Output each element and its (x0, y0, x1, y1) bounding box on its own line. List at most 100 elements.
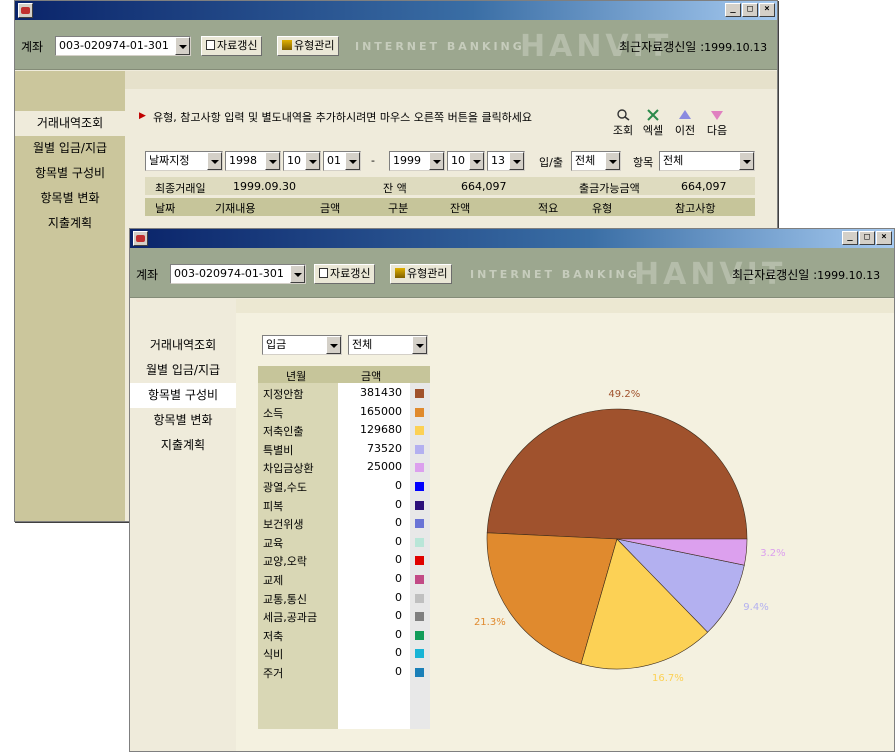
dropdown-arrow-icon[interactable] (509, 152, 524, 170)
to-year-select[interactable]: 1999 (389, 151, 445, 171)
scope-select[interactable]: 전체 (348, 335, 428, 355)
dropdown-arrow-icon[interactable] (739, 152, 754, 170)
update-date: 1999.10.13 (704, 41, 768, 54)
balance-value: 664,097 (461, 180, 507, 193)
app-icon (18, 3, 33, 18)
from-day-select[interactable]: 01 (323, 151, 361, 171)
balance-label: 잔 액 (383, 182, 407, 195)
hint-text: 유형, 참고사항 입력 및 별도내역을 추가하시려면 마우스 오른쪽 버튼을 클… (153, 111, 533, 124)
dropdown-arrow-icon[interactable] (207, 152, 222, 170)
col-memo[interactable]: 적요 (538, 200, 558, 216)
table-row[interactable]: 주거 0 (258, 663, 430, 681)
sidebar-item-composition[interactable]: 항목별 구성비 (15, 161, 125, 186)
row-amount: 0 (395, 609, 402, 623)
to-month-select[interactable]: 10 (447, 151, 485, 171)
date-mode-select[interactable]: 날짜지정 (145, 151, 223, 171)
color-swatch (415, 630, 424, 640)
col-amount[interactable]: 금액 (320, 200, 340, 216)
close-icon[interactable]: × (876, 231, 892, 245)
table-row[interactable]: 식비 0 (258, 644, 430, 662)
next-label: 다음 (706, 124, 728, 137)
excel-button[interactable]: 엑셀 (641, 109, 665, 138)
maximize-icon[interactable]: □ (859, 231, 875, 245)
dropdown-arrow-icon[interactable] (429, 152, 444, 170)
sidebar-item-monthly[interactable]: 월별 입금/지급 (15, 136, 125, 161)
col-category[interactable]: 유형 (592, 200, 612, 216)
from-month-select[interactable]: 10 (283, 151, 321, 171)
minimize-icon[interactable]: _ (842, 231, 858, 245)
pie-svg (486, 408, 748, 670)
table-row[interactable]: 소득 165000 (258, 403, 430, 421)
table-row[interactable]: 저축인출 129680 (258, 421, 430, 439)
refresh-button[interactable]: 자료갱신 (201, 36, 263, 56)
to-day-select[interactable]: 13 (487, 151, 525, 171)
dropdown-arrow-icon[interactable] (469, 152, 484, 170)
dropdown-arrow-icon[interactable] (326, 336, 341, 354)
sidebar-item-transactions[interactable]: 거래내역조회 (15, 111, 125, 136)
sidebar-item-plan[interactable]: 지출계획 (130, 433, 236, 458)
close-icon[interactable]: × (759, 3, 775, 17)
minimize-icon[interactable]: _ (725, 3, 741, 17)
table-row[interactable]: 보건위생 0 (258, 514, 430, 532)
category-table: 년월 금액 지정안함 381430 소득 165000 저축인출 129680 특별비 735… (258, 366, 430, 729)
io-select[interactable]: 전체 (571, 151, 621, 171)
dropdown-arrow-icon[interactable] (305, 152, 320, 170)
col-date[interactable]: 날짜 (155, 200, 175, 216)
table-row[interactable]: 저축 0 (258, 626, 430, 644)
table-row[interactable]: 교제 0 (258, 570, 430, 588)
available-value: 664,097 (681, 180, 727, 193)
type-manage-button[interactable]: 유형관리 (390, 264, 453, 284)
sidebar-item-transactions[interactable]: 거래내역조회 (130, 333, 236, 358)
title-bar[interactable]: _ □ × (130, 229, 894, 248)
color-swatch (415, 556, 424, 566)
dropdown-arrow-icon[interactable] (345, 152, 360, 170)
sidebar-item-change[interactable]: 항목별 변화 (15, 186, 125, 211)
content-band (125, 71, 777, 89)
col-type[interactable]: 구분 (388, 200, 408, 216)
item-select[interactable]: 전체 (659, 151, 755, 171)
sidebar-item-plan[interactable]: 지출계획 (15, 211, 125, 236)
color-swatch (415, 407, 424, 417)
type-select[interactable]: 입금 (262, 335, 342, 355)
dropdown-arrow-icon[interactable] (605, 152, 620, 170)
transaction-header: 날짜 기재내용 금액 구분 잔액 적요 유형 참고사항 (145, 198, 755, 216)
maximize-icon[interactable]: □ (742, 3, 758, 17)
type-manage-button[interactable]: 유형관리 (277, 36, 340, 56)
dropdown-arrow-icon[interactable] (265, 152, 280, 170)
account-select[interactable]: 003-020974-01-301 (170, 264, 306, 284)
col-description[interactable]: 기재내용 (215, 200, 255, 216)
search-button[interactable]: 조회 (611, 109, 635, 138)
row-name: 식비 (263, 648, 284, 662)
color-swatch (415, 575, 424, 584)
table-row[interactable]: 특별비 73520 (258, 440, 430, 458)
table-row[interactable]: 차입금상환 25000 (258, 458, 430, 476)
from-year-select[interactable]: 1998 (225, 151, 281, 171)
window-controls: _ □ × (724, 3, 775, 17)
sidebar-item-monthly[interactable]: 월별 입금/지급 (130, 358, 236, 383)
refresh-button[interactable]: 자료갱신 (314, 264, 376, 284)
dropdown-arrow-icon[interactable] (290, 265, 305, 283)
title-bar[interactable]: _ □ × (15, 1, 777, 20)
col-note[interactable]: 참고사항 (675, 200, 715, 216)
table-row[interactable]: 피복 0 (258, 496, 430, 514)
table-row[interactable]: 교통,통신 0 (258, 589, 430, 607)
table-row[interactable]: 세금,공과금 0 (258, 607, 430, 625)
from-month-value: 10 (287, 154, 301, 167)
table-row[interactable]: 교육 0 (258, 533, 430, 551)
sidebar-item-composition[interactable]: 항목별 구성비 (130, 383, 236, 408)
dropdown-arrow-icon[interactable] (412, 336, 427, 354)
table-row[interactable]: 광열,수도 0 (258, 477, 430, 495)
row-amount: 0 (395, 516, 402, 530)
header-month[interactable]: 년월 (286, 368, 306, 384)
sidebar-item-change[interactable]: 항목별 변화 (130, 408, 236, 433)
table-row[interactable]: 지정안함 381430 (258, 384, 430, 402)
account-select[interactable]: 003-020974-01-301 (55, 36, 191, 56)
prev-button[interactable]: 이전 (673, 109, 697, 138)
next-button[interactable]: 다음 (705, 109, 729, 138)
header-amount[interactable]: 금액 (361, 368, 381, 384)
pie-slice (486, 408, 748, 540)
dropdown-arrow-icon[interactable] (175, 37, 190, 55)
table-row[interactable]: 교양,오락 0 (258, 551, 430, 569)
col-balance[interactable]: 잔액 (450, 200, 470, 216)
row-amount: 0 (395, 479, 402, 492)
